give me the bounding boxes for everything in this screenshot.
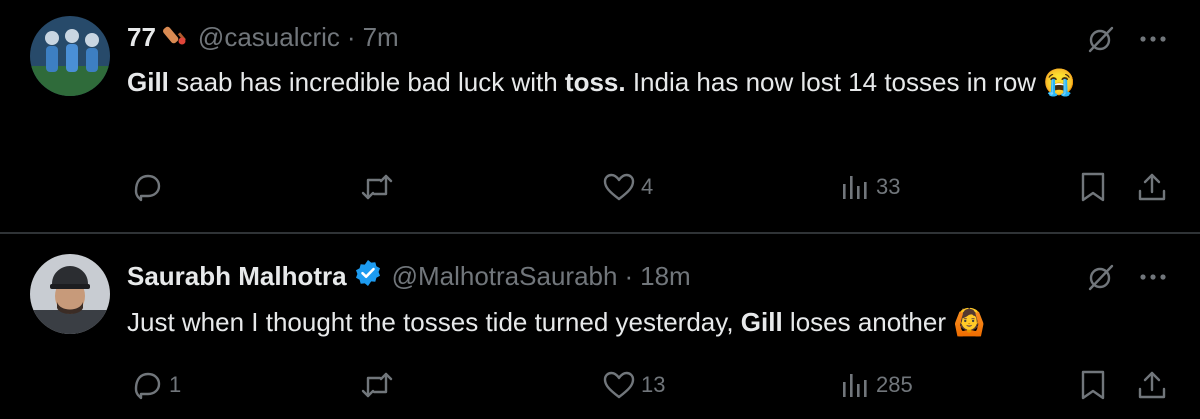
like-button[interactable]: 4	[603, 172, 653, 202]
views-icon	[843, 374, 867, 397]
bookmark-icon	[1081, 172, 1105, 202]
retweet-button[interactable]	[360, 172, 400, 202]
text-segment: Just when I thought the tosses tide turn…	[127, 307, 741, 337]
like-icon	[603, 371, 635, 399]
reply-count: 1	[169, 372, 182, 397]
display-name[interactable]: Saurabh Malhotra	[127, 261, 347, 292]
text-segment: Gill	[740, 307, 783, 337]
text-segment: loses another	[782, 307, 954, 337]
like-count: 4	[641, 174, 654, 199]
more-icon[interactable]	[1138, 24, 1168, 54]
tweet[interactable]: 77 @casualcric · 7m Gill saab has incred…	[0, 0, 1200, 232]
like-icon	[603, 173, 635, 201]
bookmark-icon	[1081, 370, 1105, 400]
views-count: 33	[876, 174, 901, 199]
reply-icon	[134, 372, 161, 400]
tweet-header: 77 @casualcric · 7m	[127, 20, 399, 54]
share-button[interactable]	[1137, 172, 1167, 202]
retweet-button[interactable]	[360, 370, 400, 400]
reply-button[interactable]	[133, 172, 169, 202]
share-button[interactable]	[1137, 370, 1167, 400]
text-segment: India has now lost 14 tosses in row	[625, 67, 1044, 97]
reply-button[interactable]: 1	[133, 370, 181, 400]
text-segment: toss.	[564, 67, 626, 97]
timestamp[interactable]: 18m	[640, 261, 691, 292]
avatar[interactable]	[30, 16, 110, 96]
timestamp[interactable]: 7m	[363, 22, 399, 53]
separator: ·	[624, 260, 634, 291]
views-icon	[843, 176, 867, 199]
tweet[interactable]: Saurabh Malhotra @MalhotraSaurabh · 18m …	[0, 234, 1200, 419]
like-count: 13	[641, 372, 666, 397]
views-button[interactable]: 285	[840, 370, 913, 400]
separator: ·	[346, 21, 356, 52]
cricket-bat-icon	[162, 21, 188, 54]
text-segment: Gill	[127, 67, 169, 97]
grok-icon[interactable]	[1086, 262, 1116, 292]
verified-badge-icon	[354, 259, 382, 294]
text-segment: saab has incredible bad luck with	[168, 67, 565, 97]
retweet-icon	[361, 174, 393, 200]
grok-icon[interactable]	[1086, 24, 1116, 54]
display-name[interactable]: 77	[127, 22, 156, 53]
share-icon	[1138, 173, 1166, 201]
tweet-text: Gill saab has incredible bad luck with t…	[127, 62, 1167, 102]
views-count: 285	[876, 372, 913, 397]
share-icon	[1138, 371, 1166, 399]
crying-face-icon: 😭	[1043, 67, 1076, 97]
handle[interactable]: @MalhotraSaurabh	[392, 261, 618, 292]
facepalm-icon: 🙆	[953, 307, 986, 337]
views-button[interactable]: 33	[840, 172, 900, 202]
like-button[interactable]: 13	[603, 370, 665, 400]
handle[interactable]: @casualcric	[198, 22, 340, 53]
avatar[interactable]	[30, 254, 110, 334]
more-icon[interactable]	[1138, 262, 1168, 292]
bookmark-button[interactable]	[1080, 172, 1106, 202]
reply-icon	[134, 174, 161, 202]
tweet-header: Saurabh Malhotra @MalhotraSaurabh · 18m	[127, 259, 691, 293]
tweet-text: Just when I thought the tosses tide turn…	[127, 302, 1167, 342]
retweet-icon	[361, 372, 393, 398]
bookmark-button[interactable]	[1080, 370, 1106, 400]
